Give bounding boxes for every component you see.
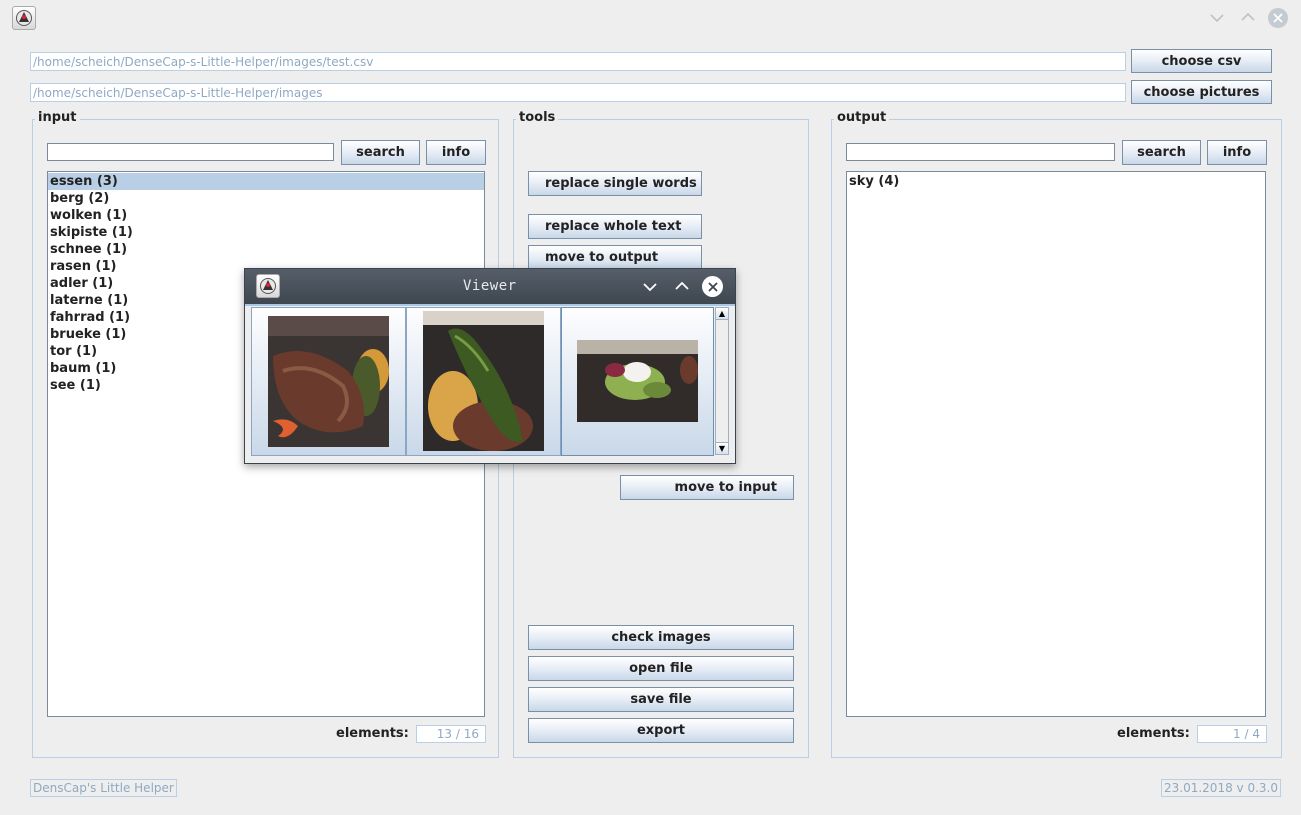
minimize-icon[interactable]	[1207, 8, 1227, 28]
input-list-item[interactable]: wolken (1)	[48, 207, 484, 224]
viewer-maximize-icon[interactable]	[675, 280, 689, 295]
pepper-photo	[423, 311, 544, 451]
close-icon[interactable]	[1268, 8, 1288, 28]
output-elements-label: elements:	[1117, 726, 1190, 741]
replace-whole-text-button[interactable]: replace whole text	[528, 214, 702, 239]
viewer-minimize-icon[interactable]	[643, 281, 657, 296]
salad-photo	[577, 340, 698, 422]
output-info-button[interactable]: info	[1207, 140, 1267, 165]
input-search-input[interactable]	[47, 143, 334, 161]
export-button[interactable]: export	[528, 718, 794, 743]
output-elements-count: 1 / 4	[1197, 725, 1267, 743]
input-list-item[interactable]: berg (2)	[48, 190, 484, 207]
viewer-thumbnail-1[interactable]	[251, 307, 406, 456]
output-panel-title: output	[834, 111, 890, 125]
input-list-item[interactable]: skipiste (1)	[48, 224, 484, 241]
input-elements-count: 13 / 16	[416, 725, 486, 743]
input-elements-label: elements:	[336, 726, 409, 741]
choose-csv-button[interactable]: choose csv	[1131, 49, 1272, 73]
scroll-up-arrow-icon[interactable]: ▲	[715, 307, 729, 320]
scroll-down-arrow-icon[interactable]: ▼	[715, 442, 729, 455]
pictures-path-field[interactable]: /home/scheich/DenseCap-s-Little-Helper/i…	[30, 83, 1126, 102]
input-list-item[interactable]: essen (3)	[48, 173, 484, 190]
output-search-input[interactable]	[846, 143, 1115, 161]
input-list-item[interactable]: schnee (1)	[48, 241, 484, 258]
open-file-button[interactable]: open file	[528, 656, 794, 681]
save-file-button[interactable]: save file	[528, 687, 794, 712]
viewer-thumbnail-3[interactable]	[561, 307, 714, 456]
viewer-app-icon	[256, 274, 280, 298]
choose-pictures-button[interactable]: choose pictures	[1131, 80, 1272, 104]
input-search-button[interactable]: search	[341, 140, 420, 165]
app-name-label: DensCap's Little Helper	[30, 779, 177, 797]
output-list[interactable]: sky (4)	[846, 171, 1266, 717]
viewer-title: Viewer	[463, 278, 517, 294]
move-to-input-button[interactable]: move to input	[620, 475, 794, 500]
check-images-button[interactable]: check images	[528, 625, 794, 650]
tools-panel-title: tools	[516, 111, 559, 125]
version-label: 23.01.2018 v 0.3.0	[1161, 779, 1281, 797]
steak-photo	[268, 316, 389, 447]
output-list-item[interactable]: sky (4)	[847, 173, 1265, 190]
viewer-scrollbar[interactable]: ▲ ▼	[715, 307, 729, 455]
maximize-icon[interactable]	[1238, 7, 1258, 27]
viewer-dialog: Viewer ▲ ▼	[244, 268, 736, 464]
app-logo-icon	[12, 6, 36, 30]
viewer-title-bar[interactable]: Viewer	[245, 269, 735, 304]
viewer-close-icon[interactable]	[702, 276, 723, 297]
input-info-button[interactable]: info	[426, 140, 486, 165]
csv-path-field[interactable]: /home/scheich/DenseCap-s-Little-Helper/i…	[30, 52, 1126, 71]
viewer-thumbnail-2[interactable]	[406, 307, 561, 456]
move-to-output-button[interactable]: move to output	[528, 245, 702, 270]
input-panel-title: input	[35, 111, 80, 125]
output-search-button[interactable]: search	[1122, 140, 1201, 165]
replace-single-words-button[interactable]: replace single words	[528, 171, 702, 196]
